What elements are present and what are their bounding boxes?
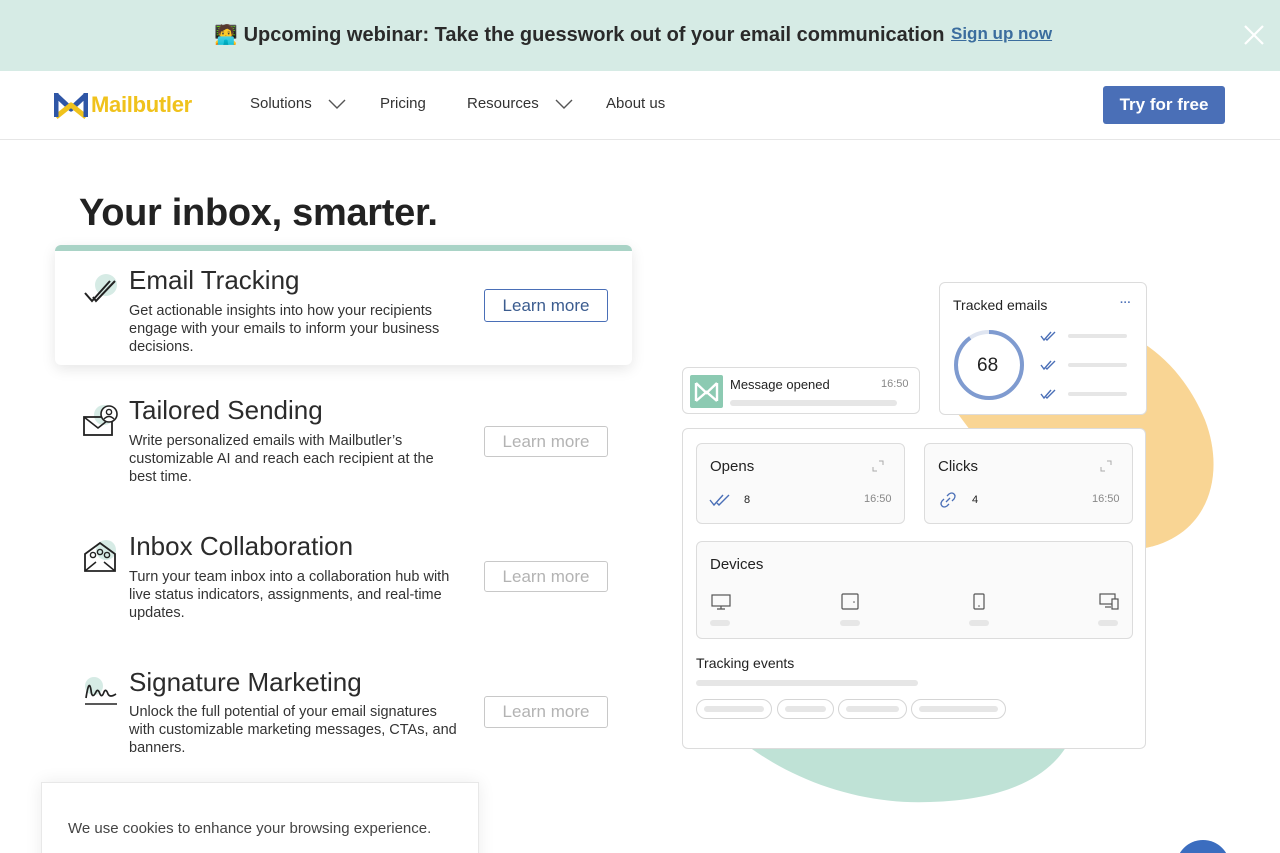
banner-message: Upcoming webinar: Take the guesswork out… — [243, 24, 945, 46]
tracking-events-title: Tracking events — [696, 655, 795, 671]
tablet-icon — [841, 593, 859, 610]
feature-email-tracking[interactable]: Email Tracking Get actionable insights i… — [55, 245, 632, 365]
envelope-person-icon — [83, 405, 118, 436]
double-check-icon — [1040, 331, 1056, 342]
clicks-count: 4 — [972, 494, 979, 506]
placeholder-bar — [1098, 620, 1118, 626]
feature-description: Turn your team inbox into a collaboratio… — [129, 569, 450, 621]
feature-signature-marketing[interactable]: Signature Marketing Unlock the full pote… — [55, 666, 632, 766]
mailbutler-logo-icon — [54, 93, 88, 119]
announcement-banner: 🧑‍💻 Upcoming webinar: Take the guesswork… — [0, 0, 1280, 71]
learn-more-button[interactable]: Learn more — [484, 289, 608, 322]
feature-tailored-sending[interactable]: Tailored Sending Write personalized emai… — [55, 395, 632, 495]
technologist-emoji-icon: 🧑‍💻 — [214, 25, 238, 46]
more-menu-icon: ··· — [1120, 297, 1131, 309]
green-blob — [740, 740, 1070, 803]
placeholder-bar — [1068, 334, 1127, 338]
double-check-icon — [1040, 360, 1056, 371]
event-pill — [696, 699, 772, 719]
learn-more-button[interactable]: Learn more — [484, 561, 608, 592]
message-opened-label: Message opened — [730, 377, 830, 392]
opens-time: 16:50 — [864, 493, 892, 505]
sign-up-link[interactable]: Sign up now — [951, 24, 1052, 44]
placeholder-bar — [1068, 392, 1127, 396]
opens-card: Opens 8 16:50 — [696, 443, 905, 524]
placeholder-bar — [840, 620, 860, 626]
expand-icon — [1100, 460, 1112, 472]
link-icon — [940, 492, 956, 508]
devices-card: Devices — [696, 541, 1133, 639]
feature-title: Email Tracking — [129, 265, 300, 295]
desktop-icon — [711, 594, 731, 610]
nav-resources-label: Resources — [467, 95, 539, 112]
placeholder-bar — [730, 400, 897, 406]
chevron-down-icon — [328, 99, 346, 109]
event-pill — [911, 699, 1006, 719]
feature-title: Signature Marketing — [129, 667, 362, 697]
cookie-text: We use cookies to enhance your browsing … — [68, 820, 432, 837]
banner-text: 🧑‍💻 Upcoming webinar: Take the guesswork… — [214, 23, 944, 47]
feature-description: Unlock the full potential of your email … — [129, 704, 457, 756]
multi-device-icon — [1099, 593, 1119, 610]
placeholder-bar — [696, 680, 918, 686]
message-opened-time: 16:50 — [881, 378, 909, 390]
placeholder-bar — [969, 620, 989, 626]
clicks-time: 16:50 — [1092, 493, 1120, 505]
expand-icon — [872, 460, 884, 472]
feature-title: Inbox Collaboration — [129, 531, 354, 561]
event-pill — [777, 699, 834, 719]
chat-button[interactable] — [1176, 840, 1230, 853]
placeholder-bar — [710, 620, 730, 626]
placeholder-bar — [1068, 363, 1127, 367]
opens-title: Opens — [710, 458, 755, 475]
message-opened-card: Message opened 16:50 — [682, 367, 920, 414]
logo[interactable]: Mailbutler — [54, 90, 192, 120]
yellow-blob — [940, 321, 1214, 550]
cookie-banner: We use cookies to enhance your browsing … — [41, 782, 479, 853]
clicks-card: Clicks 4 16:50 — [924, 443, 1133, 524]
nav-pricing[interactable]: Pricing — [380, 95, 426, 112]
double-check-icon — [1040, 389, 1056, 400]
feature-title: Tailored Sending — [129, 395, 323, 425]
devices-title: Devices — [710, 556, 764, 573]
dashboard-card: Opens 8 16:50 Clicks 4 16:50 Devices Tra… — [682, 428, 1146, 749]
nav-pricing-label: Pricing — [380, 95, 426, 112]
try-for-free-button[interactable]: Try for free — [1103, 86, 1225, 124]
learn-more-button[interactable]: Learn more — [484, 426, 608, 457]
opens-count: 8 — [744, 494, 751, 506]
progress-ring — [954, 330, 1024, 400]
clicks-title: Clicks — [938, 458, 978, 475]
page-title: Your inbox, smarter. — [79, 192, 438, 234]
close-icon[interactable] — [1242, 23, 1266, 47]
double-check-icon — [709, 494, 730, 507]
nav-resources[interactable]: Resources — [467, 95, 573, 112]
nav-solutions-label: Solutions — [250, 95, 312, 112]
nav-about-label: About us — [606, 95, 666, 112]
main-nav: Mailbutler Solutions Pricing Resources A… — [0, 71, 1280, 140]
double-check-icon — [84, 274, 117, 303]
logo-text: Mailbutler — [91, 92, 192, 117]
feature-inbox-collaboration[interactable]: Inbox Collaboration Turn your team inbox… — [55, 530, 632, 630]
tracked-emails-card: Tracked emails ··· 68 — [939, 282, 1147, 415]
learn-more-button[interactable]: Learn more — [484, 696, 608, 728]
team-envelope-icon — [84, 540, 116, 572]
signature-icon — [85, 677, 117, 705]
feature-description: Get actionable insights into how your re… — [129, 303, 440, 355]
tracked-emails-title: Tracked emails — [953, 297, 1048, 313]
nav-about-us[interactable]: About us — [606, 95, 665, 112]
mailbutler-app-icon — [690, 375, 723, 408]
nav-solutions[interactable]: Solutions — [250, 95, 346, 112]
tracked-count: 68 — [977, 355, 999, 376]
phone-icon — [973, 593, 985, 610]
event-pill — [838, 699, 907, 719]
feature-description: Write personalized emails with Mailbutle… — [129, 433, 434, 485]
chevron-down-icon — [555, 99, 573, 109]
